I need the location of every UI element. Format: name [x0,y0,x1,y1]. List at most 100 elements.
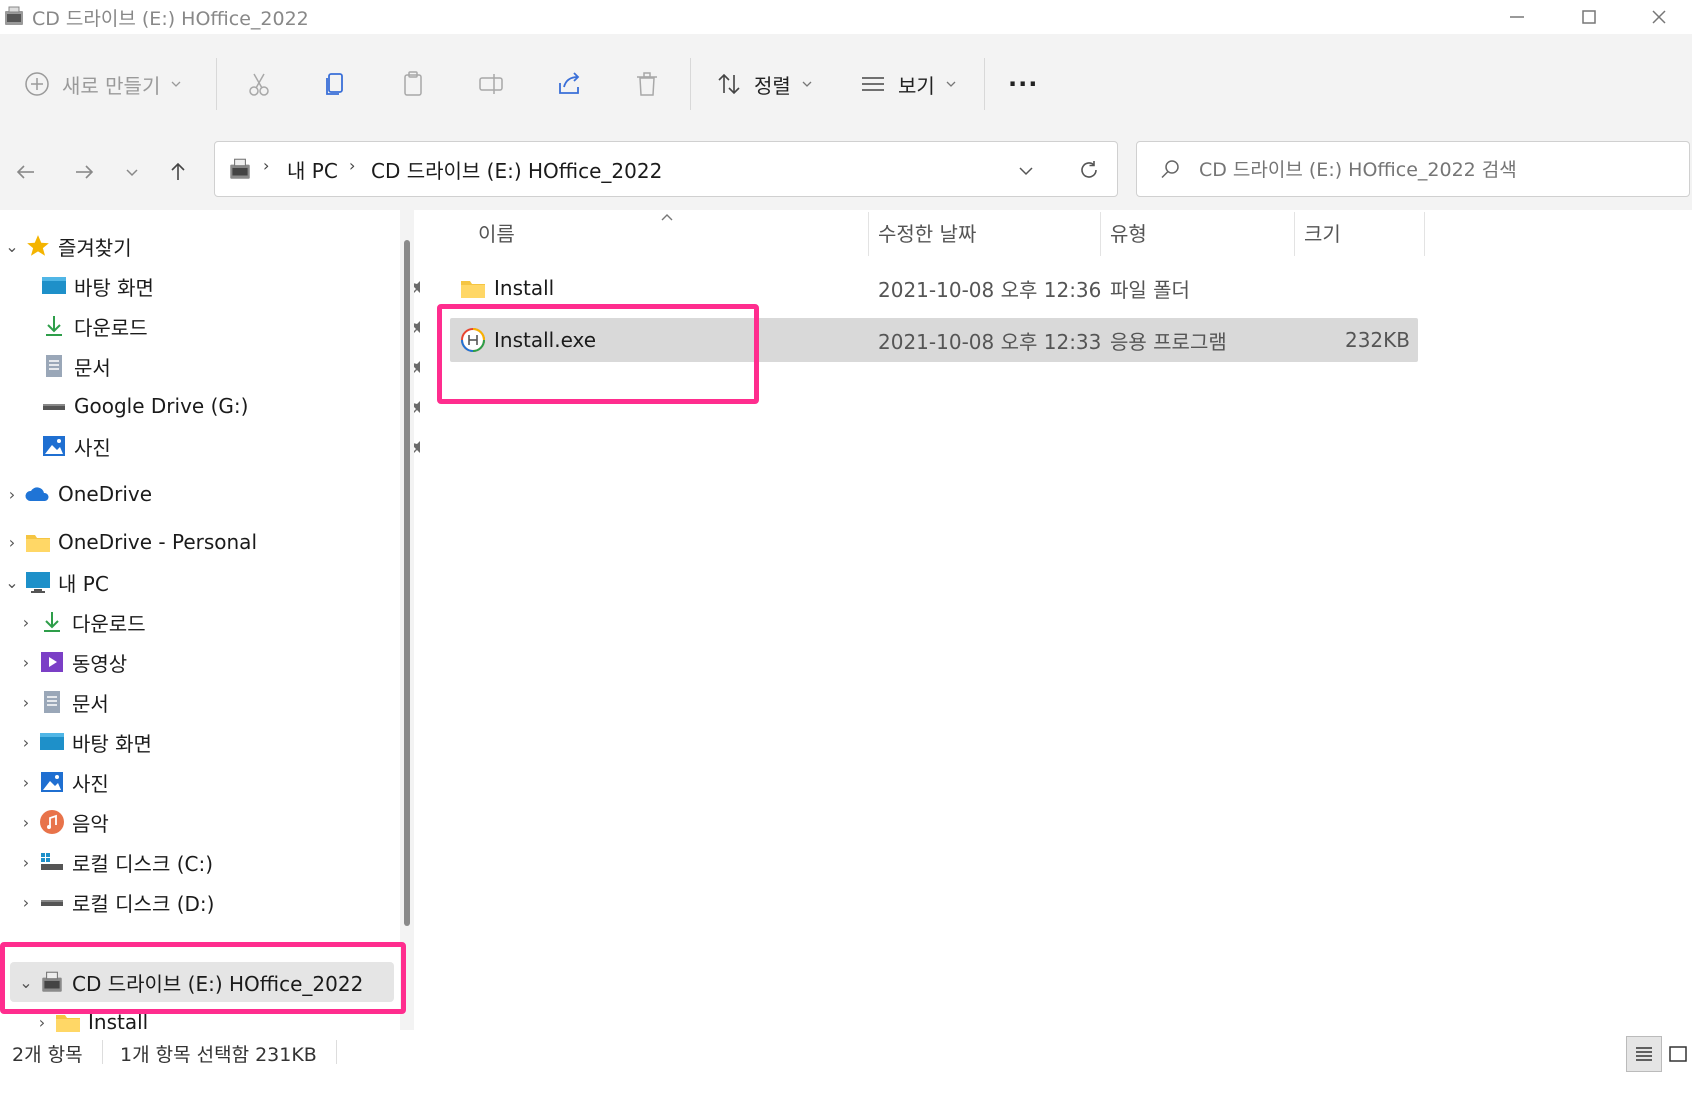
search-icon [1161,160,1179,179]
highlight-install-exe-box [437,304,759,404]
search-input[interactable] [1197,152,1681,188]
sidebar-item-this-pc[interactable]: ⌄ 내 PC [0,562,400,602]
sidebar-item-pc-documents[interactable]: › 문서 [14,682,414,722]
chevron-down-icon [126,169,138,177]
minimize-button[interactable] [1482,0,1552,34]
cut-button[interactable] [244,64,274,104]
rename-button[interactable] [476,64,506,104]
maximize-button[interactable] [1554,0,1624,34]
videos-icon [38,648,66,676]
sidebar-item-pc-music[interactable]: › 음악 [14,802,414,842]
sidebar-item-label: 동영상 [72,651,128,676]
more-options-button[interactable]: ··· [1008,64,1038,104]
chevron-right-icon[interactable]: › [14,693,38,712]
sidebar-item-label: Google Drive (G:) [74,394,249,418]
sidebar-item-desktop[interactable]: 바탕 화면 [40,266,420,306]
breadcrumb-separator-icon: › [349,156,356,175]
view-button[interactable]: 보기 [858,64,957,104]
chevron-right-icon[interactable]: › [14,773,38,792]
details-view-button[interactable] [1626,1036,1662,1072]
search-box[interactable] [1136,141,1690,197]
column-divider[interactable] [1424,212,1425,256]
sidebar-item-onedrive[interactable]: › OneDrive [0,474,400,514]
refresh-icon[interactable] [1077,158,1101,182]
new-button[interactable]: 새로 만들기 [22,64,182,104]
column-divider[interactable] [1100,212,1101,256]
sidebar-item-onedrive-personal[interactable]: › OneDrive - Personal [0,522,400,562]
sidebar-item-label: 내 PC [58,571,109,596]
sidebar-item-label: 문서 [74,355,111,380]
chevron-right-icon[interactable]: › [0,533,24,552]
status-separator [336,1040,337,1064]
column-divider[interactable] [868,212,869,256]
sort-ascending-icon [661,214,673,221]
share-button[interactable] [554,64,584,104]
column-header-modified[interactable]: 수정한 날짜 [878,216,976,248]
list-view-icon [862,77,884,91]
file-size: 232KB [1344,328,1410,352]
column-header-size[interactable]: 크기 [1304,216,1341,248]
pictures-icon [38,768,66,796]
sidebar-item-label: 바탕 화면 [74,275,154,300]
sidebar-item-label: OneDrive - Personal [58,530,257,554]
chevron-down-icon[interactable]: ⌄ [0,237,24,256]
sidebar-item-label: 문서 [72,691,109,716]
sidebar-favorites[interactable]: ⌄ 즐겨찾기 [0,226,400,266]
file-modified: 2021-10-08 오후 12:36 [878,277,1102,302]
chevron-right-icon[interactable]: › [14,613,38,632]
navigation-pane: ⌄ 즐겨찾기 바탕 화면 다운로드 문서 Google Drive (G:) 사… [0,210,420,1048]
back-button[interactable] [6,152,46,192]
sidebar-item-downloads[interactable]: 다운로드 [40,306,420,346]
sidebar-item-google-drive[interactable]: Google Drive (G:) [40,386,420,426]
chevron-right-icon[interactable]: › [14,893,38,912]
sidebar-item-documents[interactable]: 문서 [40,346,420,386]
chevron-right-icon[interactable]: › [14,653,38,672]
sidebar-item-label: 사진 [72,771,109,796]
sidebar-item-pc-videos[interactable]: › 동영상 [14,642,414,682]
address-bar[interactable]: › 내 PC › CD 드라이브 (E:) HOffice_2022 [214,141,1118,197]
cd-drive-icon [5,6,23,25]
delete-button[interactable] [632,64,662,104]
sidebar-item-label: 로컬 디스크 (C:) [72,851,214,876]
rename-icon [479,74,503,94]
clipboard-icon [404,71,422,96]
sidebar-item-pc-downloads[interactable]: › 다운로드 [14,602,414,642]
breadcrumb-cd-drive[interactable]: CD 드라이브 (E:) HOffice_2022 [371,155,662,184]
chevron-right-icon[interactable]: › [14,733,38,752]
column-header-type[interactable]: 유형 [1110,216,1147,248]
sidebar-item-pc-pictures[interactable]: › 사진 [14,762,414,802]
forward-button[interactable] [64,152,104,192]
pictures-icon [40,432,68,460]
close-icon [1652,10,1666,24]
chevron-down-icon[interactable]: ⌄ [0,573,24,592]
sort-button[interactable]: 정렬 [714,64,813,104]
copy-button[interactable] [320,64,350,104]
large-icons-view-button[interactable] [1664,1036,1692,1072]
sidebar-item-pc-desktop[interactable]: › 바탕 화면 [14,722,414,762]
column-divider[interactable] [1294,212,1295,256]
chevron-right-icon[interactable]: › [14,813,38,832]
toolbar-separator [984,58,985,110]
sidebar-scrollbar-thumb[interactable] [404,240,410,926]
chevron-right-icon[interactable]: › [30,1013,54,1032]
music-icon [38,808,66,836]
arrow-right-icon [76,165,94,179]
chevron-right-icon[interactable]: › [14,853,38,872]
view-label: 보기 [898,73,935,98]
breadcrumb-separator-icon: › [263,156,270,175]
breadcrumb-this-pc[interactable]: 내 PC [287,155,338,184]
chevron-right-icon[interactable]: › [0,485,24,504]
paste-button[interactable] [398,64,428,104]
up-button[interactable] [158,152,198,192]
sidebar-item-label: 다운로드 [72,611,146,636]
details-view-icon [1636,1047,1652,1061]
sidebar-item-local-disk-d[interactable]: › 로컬 디스크 (D:) [14,882,414,922]
column-header-name[interactable]: 이름 [478,216,515,248]
recent-locations-button[interactable] [112,152,152,192]
sidebar-item-local-disk-c[interactable]: › 로컬 디스크 (C:) [14,842,414,882]
maximize-icon [1582,10,1596,24]
close-button[interactable] [1626,0,1692,34]
sidebar-item-pictures[interactable]: 사진 [40,426,420,466]
cd-drive-icon [230,158,250,179]
address-dropdown-icon[interactable] [1017,162,1035,180]
